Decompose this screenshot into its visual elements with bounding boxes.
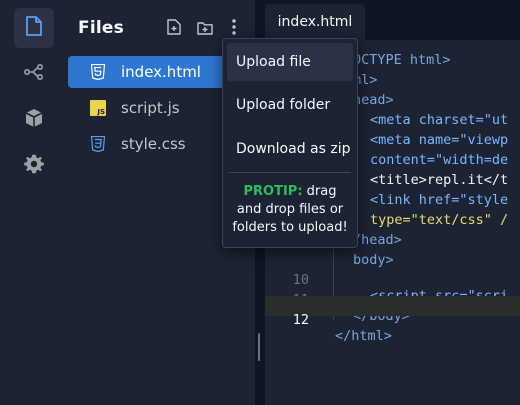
- menu-item-upload-folder[interactable]: Upload folder: [227, 86, 353, 124]
- menu-item-label: Upload folder: [236, 97, 331, 113]
- new-folder-button[interactable]: [196, 20, 214, 38]
- code-line: 10 <script src="scri: [265, 256, 520, 304]
- new-file-icon: [167, 19, 181, 39]
- packages-tab-button[interactable]: [14, 100, 54, 140]
- share-icon: [23, 63, 44, 84]
- settings-tab-button[interactable]: [14, 146, 54, 186]
- share-tab-button[interactable]: [14, 54, 54, 94]
- files-panel-title: Files: [78, 18, 124, 38]
- more-options-button[interactable]: [225, 19, 243, 39]
- protip-label: PROTIP:: [243, 184, 303, 199]
- files-icon: [25, 16, 43, 40]
- upload-dropdown-menu: Upload file Upload folder Download as zi…: [222, 38, 358, 248]
- resize-handle[interactable]: [258, 333, 260, 361]
- protip-text: PROTIP: drag and drop files or folders t…: [231, 183, 349, 237]
- menu-item-label: Upload file: [236, 54, 311, 70]
- file-name: index.html: [121, 63, 201, 81]
- activity-bar: [0, 0, 68, 405]
- css3-icon: [90, 136, 106, 152]
- menu-item-upload-file[interactable]: Upload file: [227, 43, 353, 81]
- js-icon: JS: [90, 100, 106, 116]
- js-icon-text: JS: [97, 108, 105, 116]
- code-line: 11 </body>: [265, 276, 520, 324]
- more-icon: [232, 19, 236, 39]
- files-tab-button[interactable]: [14, 8, 54, 48]
- code-text: </html>: [335, 328, 392, 344]
- file-name: script.js: [121, 99, 180, 117]
- code-line-current: 12 </html>: [265, 296, 520, 344]
- settings-icon: [24, 154, 44, 178]
- file-name: style.css: [121, 135, 186, 153]
- html5-icon: [90, 64, 106, 80]
- menu-divider: [229, 172, 351, 173]
- new-folder-icon: [197, 20, 213, 39]
- packages-icon: [25, 108, 43, 132]
- tab-index-html[interactable]: index.html: [265, 4, 365, 40]
- menu-item-label: Download as zip: [236, 141, 351, 157]
- line-number: 12: [292, 312, 309, 328]
- menu-item-download-zip[interactable]: Download as zip: [227, 130, 353, 168]
- new-file-button[interactable]: [165, 19, 183, 39]
- editor-tab-bar: index.html: [265, 0, 520, 40]
